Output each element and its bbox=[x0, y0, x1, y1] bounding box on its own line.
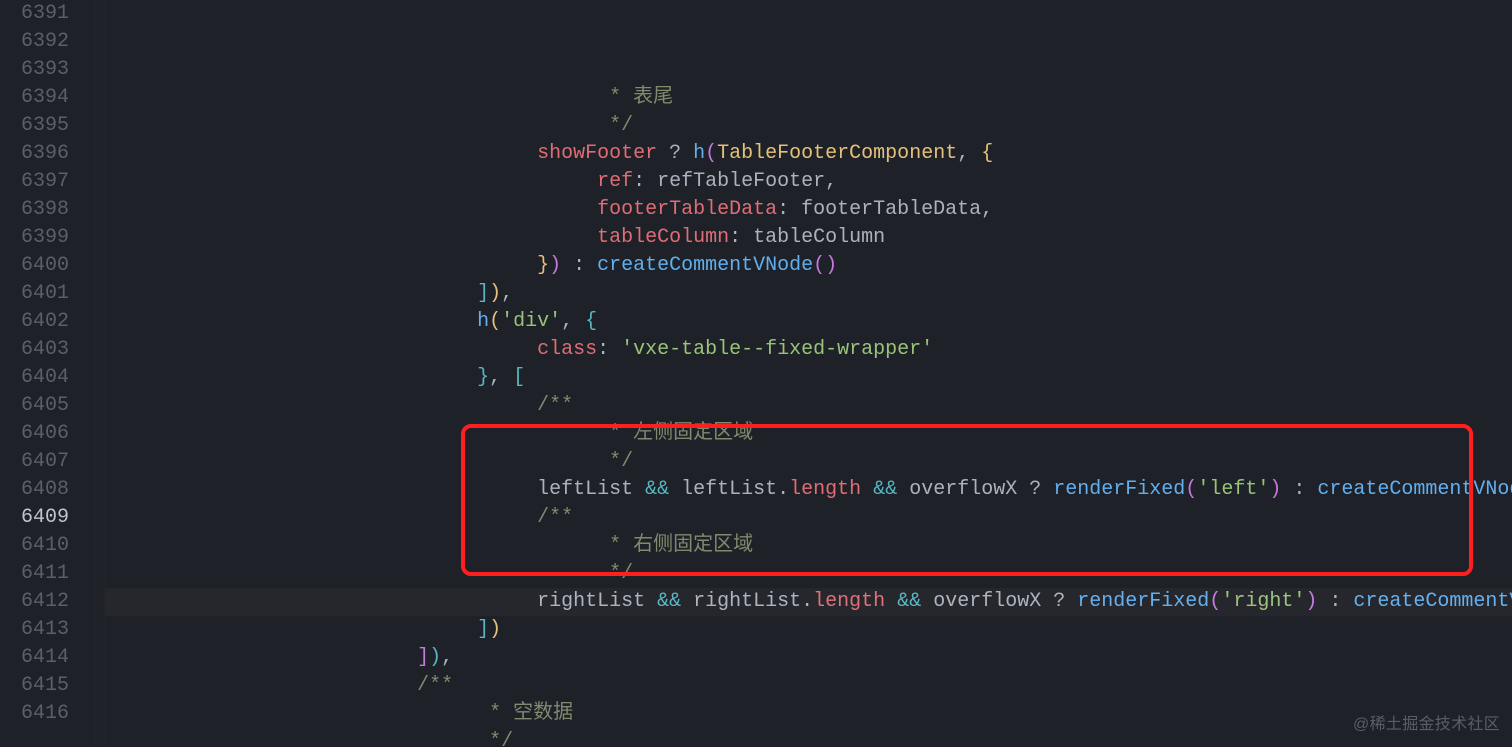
line-number: 6400 bbox=[0, 252, 69, 280]
code-editor[interactable]: 6391639263936394639563966397639863996400… bbox=[0, 0, 1512, 747]
code-line[interactable]: h('div', { bbox=[105, 308, 1512, 336]
line-number: 6391 bbox=[0, 0, 69, 28]
line-number: 6392 bbox=[0, 28, 69, 56]
line-number: 6395 bbox=[0, 112, 69, 140]
line-number: 6394 bbox=[0, 84, 69, 112]
line-number: 6402 bbox=[0, 308, 69, 336]
code-line[interactable]: }, [ bbox=[105, 364, 1512, 392]
code-line[interactable]: /** bbox=[105, 504, 1512, 532]
line-number-gutter: 6391639263936394639563966397639863996400… bbox=[0, 0, 95, 747]
code-line[interactable]: rightList && rightList.length && overflo… bbox=[105, 588, 1512, 616]
line-number: 6414 bbox=[0, 644, 69, 672]
code-area[interactable]: * 表尾 */ showFooter ? h(TableFooterCompon… bbox=[105, 0, 1512, 747]
line-number: 6409 bbox=[0, 504, 69, 532]
code-line[interactable]: ]) bbox=[105, 616, 1512, 644]
line-number: 6397 bbox=[0, 168, 69, 196]
line-number: 6407 bbox=[0, 448, 69, 476]
code-line[interactable]: ref: refTableFooter, bbox=[105, 168, 1512, 196]
code-line[interactable]: * 左侧固定区域 bbox=[105, 420, 1512, 448]
line-number: 6403 bbox=[0, 336, 69, 364]
code-line[interactable]: */ bbox=[105, 448, 1512, 476]
line-number: 6406 bbox=[0, 420, 69, 448]
line-number: 6401 bbox=[0, 280, 69, 308]
line-number: 6410 bbox=[0, 532, 69, 560]
fold-ribbon bbox=[95, 0, 105, 747]
code-line[interactable]: /** bbox=[105, 672, 1512, 700]
watermark-text: @稀土掘金技术社区 bbox=[1353, 711, 1500, 739]
code-line[interactable]: /** bbox=[105, 392, 1512, 420]
line-number: 6398 bbox=[0, 196, 69, 224]
line-number: 6415 bbox=[0, 672, 69, 700]
code-line[interactable]: showFooter ? h(TableFooterComponent, { bbox=[105, 140, 1512, 168]
line-number: 6411 bbox=[0, 560, 69, 588]
line-number: 6413 bbox=[0, 616, 69, 644]
code-line[interactable]: * 右侧固定区域 bbox=[105, 532, 1512, 560]
line-number: 6412 bbox=[0, 588, 69, 616]
code-line[interactable]: }) : createCommentVNode() bbox=[105, 252, 1512, 280]
code-line[interactable]: class: 'vxe-table--fixed-wrapper' bbox=[105, 336, 1512, 364]
code-line[interactable]: * 空数据 bbox=[105, 700, 1512, 728]
line-number: 6405 bbox=[0, 392, 69, 420]
line-number: 6404 bbox=[0, 364, 69, 392]
code-line[interactable]: footerTableData: footerTableData, bbox=[105, 196, 1512, 224]
code-line[interactable]: leftList && leftList.length && overflowX… bbox=[105, 476, 1512, 504]
line-number: 6416 bbox=[0, 700, 69, 728]
line-number: 6396 bbox=[0, 140, 69, 168]
code-line[interactable]: * 表尾 bbox=[105, 84, 1512, 112]
code-line[interactable]: */ bbox=[105, 728, 1512, 747]
code-line[interactable]: tableColumn: tableColumn bbox=[105, 224, 1512, 252]
line-number: 6393 bbox=[0, 56, 69, 84]
line-number: 6408 bbox=[0, 476, 69, 504]
code-line[interactable]: */ bbox=[105, 112, 1512, 140]
code-line[interactable]: */ bbox=[105, 560, 1512, 588]
code-line[interactable]: ]), bbox=[105, 644, 1512, 672]
code-line[interactable]: ]), bbox=[105, 280, 1512, 308]
line-number: 6399 bbox=[0, 224, 69, 252]
